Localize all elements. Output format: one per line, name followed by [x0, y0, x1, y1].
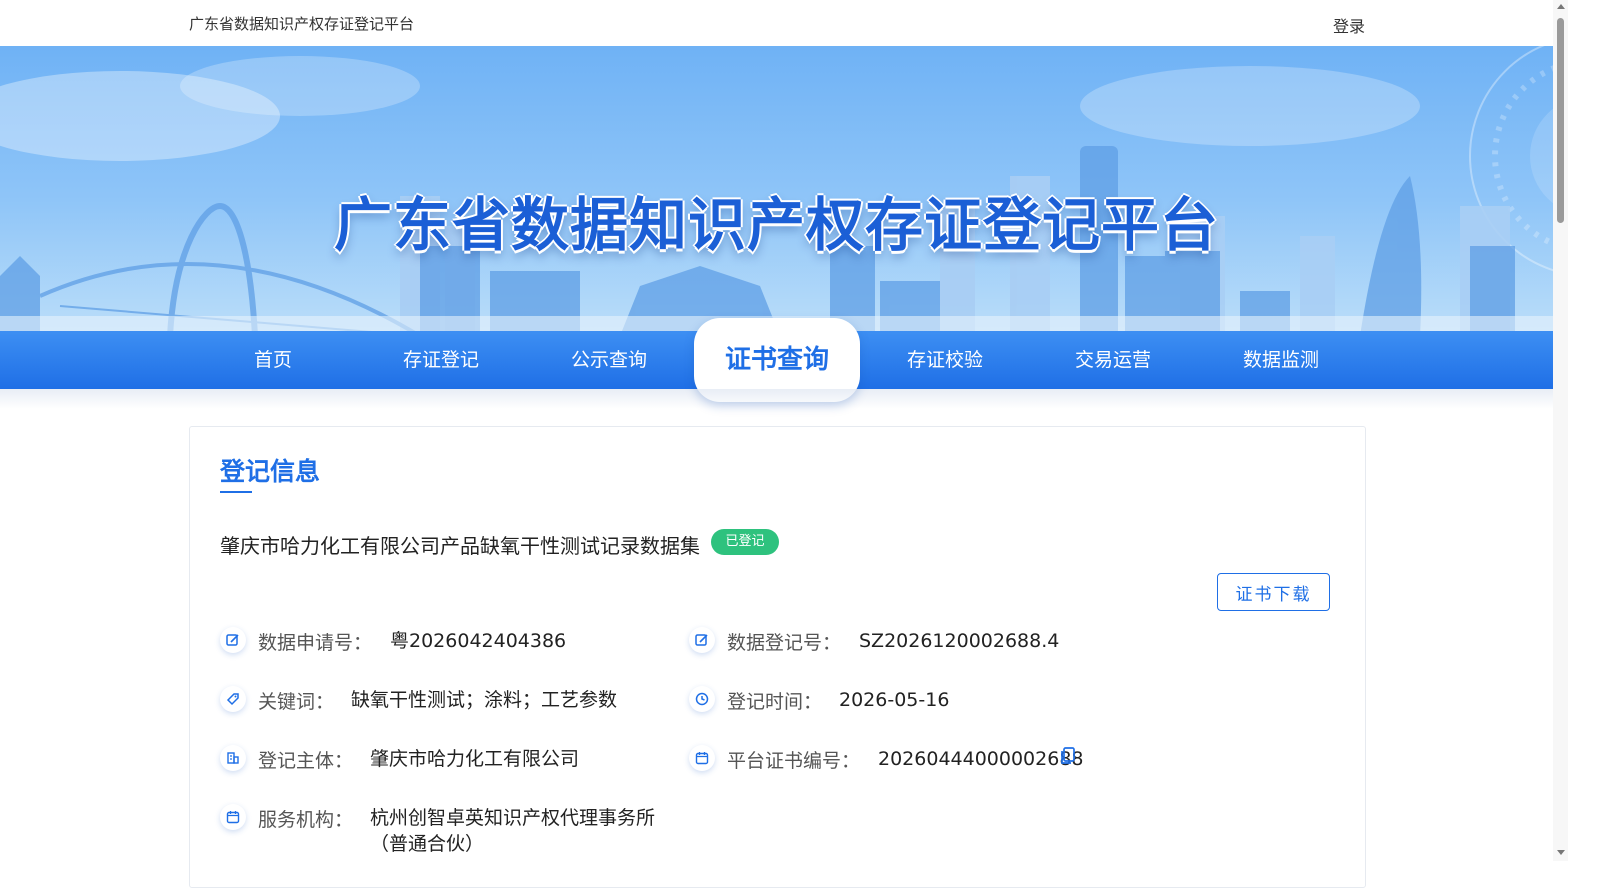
nav-item-public-query[interactable]: 公示查询 — [525, 331, 693, 389]
nav-item-home[interactable]: 首页 — [189, 331, 357, 389]
field-value: 2026-05-16 — [839, 689, 950, 711]
field-label: 服务机构： — [258, 809, 354, 831]
field-reg-time: 登记时间： 2026-05-16 — [689, 686, 1139, 716]
field-agency: 服务机构： 杭州创智卓英知识产权代理事务所 （普通合伙） — [220, 804, 720, 864]
field-subject: 登记主体： 肇庆市哈力化工有限公司 — [220, 745, 670, 775]
edit-icon — [220, 627, 246, 653]
field-value: 肇庆市哈力化工有限公司 — [370, 748, 580, 770]
nav-item-trading[interactable]: 交易运营 — [1029, 331, 1197, 389]
calendar-icon — [220, 804, 246, 830]
status-badge: 已登记 — [711, 529, 779, 555]
site-name: 广东省数据知识产权存证登记平台 — [189, 15, 415, 33]
page-scrollbar[interactable] — [1553, 0, 1568, 861]
field-label: 登记时间： — [727, 691, 823, 713]
field-cert-no: 平台证书编号： 20260444000002688 — [689, 745, 1139, 775]
field-value: 缺氧干性测试；涂料；工艺参数 — [351, 689, 618, 711]
field-label: 登记主体： — [258, 750, 354, 772]
nav-item-monitoring[interactable]: 数据监测 — [1197, 331, 1365, 389]
field-value: 杭州创智卓英知识产权代理事务所 — [370, 807, 656, 829]
registration-info-card: 登记信息 肇庆市哈力化工有限公司产品缺氧干性测试记录数据集 已登记 证书下载 数… — [189, 426, 1366, 888]
building-icon — [220, 745, 246, 771]
calendar-icon — [689, 745, 715, 771]
clock-icon — [689, 686, 715, 712]
field-value: SZ2026120002688.4 — [859, 630, 1060, 652]
certificate-download-button[interactable]: 证书下载 — [1217, 573, 1330, 611]
scroll-down-icon[interactable] — [1557, 850, 1565, 855]
field-reg-no: 数据登记号： SZ2026120002688.4 — [689, 627, 1139, 657]
nav-item-verification[interactable]: 存证校验 — [861, 331, 1029, 389]
nav-shadow — [0, 389, 1553, 409]
tag-icon — [220, 686, 246, 712]
field-value: 粤2026042404386 — [390, 630, 567, 652]
top-bar: 广东省数据知识产权存证登记平台 登录 — [0, 0, 1553, 47]
nav-item-registration[interactable]: 存证登记 — [357, 331, 525, 389]
field-keywords: 关键词： 缺氧干性测试；涂料；工艺参数 — [220, 686, 670, 716]
banner-title: 广东省数据知识产权存证登记平台 — [333, 191, 1219, 259]
field-value-line2: （普通合伙） — [370, 833, 485, 855]
edit-icon — [689, 627, 715, 653]
field-label: 关键词： — [258, 691, 335, 713]
field-value: 20260444000002688 — [878, 748, 1084, 770]
main-nav: 首页 存证登记 公示查询 证书查询 存证校验 交易运营 数据监测 — [0, 318, 1553, 402]
field-label: 平台证书编号： — [727, 750, 861, 772]
dataset-name: 肇庆市哈力化工有限公司产品缺氧干性测试记录数据集 — [220, 534, 700, 558]
scrollbar-thumb[interactable] — [1557, 18, 1564, 223]
card-title: 登记信息 — [220, 457, 321, 486]
title-underline — [220, 491, 252, 493]
field-label: 数据申请号： — [258, 632, 373, 654]
field-apply-no: 数据申请号： 粤2026042404386 — [220, 627, 670, 657]
scroll-up-icon[interactable] — [1557, 4, 1565, 9]
copy-icon[interactable] — [1060, 747, 1076, 770]
field-label: 数据登记号： — [727, 632, 842, 654]
login-link[interactable]: 登录 — [1333, 13, 1365, 37]
